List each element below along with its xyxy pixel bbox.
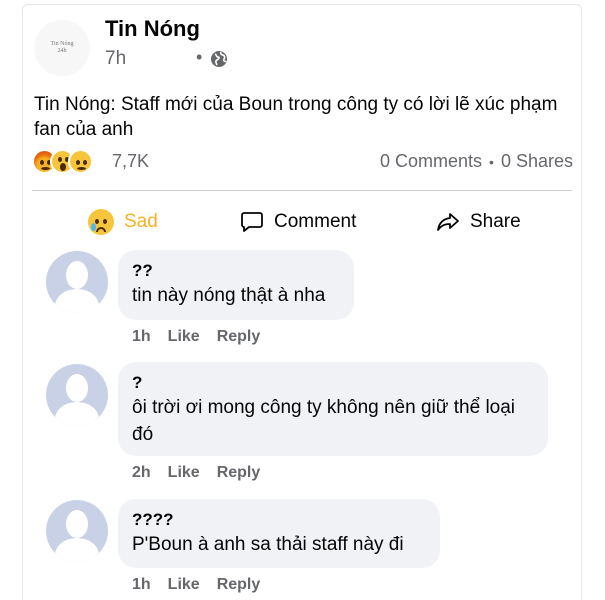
separator-dot: •	[196, 47, 203, 67]
reply-link[interactable]: Reply	[217, 464, 261, 482]
react-label: Sad	[124, 211, 158, 232]
share-icon	[437, 213, 459, 231]
sad-emoji-icon	[88, 209, 114, 235]
like-link[interactable]: Like	[168, 464, 200, 482]
avatar-logo-subtext: 24h	[57, 48, 67, 54]
reply-link[interactable]: Reply	[217, 328, 261, 346]
comment-meta: 2h Like Reply	[132, 464, 260, 482]
divider	[32, 190, 572, 191]
comments-count[interactable]: 0 Comments	[380, 151, 482, 172]
post-timestamp[interactable]: 7h	[105, 48, 126, 70]
globe-icon[interactable]	[210, 50, 228, 68]
comment-author[interactable]: ??	[132, 260, 340, 282]
comment-bubble: ? ôi trời ơi mong công ty không nên giữ …	[118, 362, 548, 456]
like-link[interactable]: Like	[168, 328, 200, 346]
comment-time[interactable]: 1h	[132, 328, 151, 346]
comment-bubble: ???? P'Boun à anh sa thải staff này đi	[118, 499, 440, 568]
comment-meta: 1h Like Reply	[132, 328, 260, 346]
react-button[interactable]: Sad	[88, 207, 158, 237]
comment-text: P'Boun à anh sa thải staff này đi	[132, 534, 404, 555]
share-button[interactable]: Share	[436, 207, 521, 237]
comment-bubble: ?? tin này nóng thật à nha	[118, 250, 354, 320]
comment-time[interactable]: 1h	[132, 576, 151, 594]
sad-emoji-icon	[68, 149, 93, 174]
comment-button[interactable]: Comment	[240, 207, 356, 237]
comment-author[interactable]: ????	[132, 509, 426, 531]
stats-separator: •	[489, 153, 494, 170]
shares-count[interactable]: 0 Shares	[501, 151, 573, 172]
reactions-summary[interactable]	[32, 149, 112, 175]
comment-author[interactable]: ?	[132, 372, 534, 394]
comment-meta: 1h Like Reply	[132, 576, 260, 594]
comment-text: tin này nóng thật à nha	[132, 285, 326, 306]
page-avatar[interactable]: Tin Nóng 24h	[34, 20, 90, 76]
comment-text: ôi trời ơi mong công ty không nên giữ th…	[132, 397, 516, 445]
commenter-avatar[interactable]	[46, 364, 108, 426]
comment-label: Comment	[274, 211, 357, 232]
commenter-avatar[interactable]	[46, 500, 108, 562]
post-text: Tin Nóng: Staff mới của Boun trong công …	[34, 94, 558, 140]
avatar-logo-text: Tin Nóng	[50, 41, 74, 47]
comment-time[interactable]: 2h	[132, 464, 151, 482]
reply-link[interactable]: Reply	[217, 576, 261, 594]
like-link[interactable]: Like	[168, 576, 200, 594]
post-stats: 0 Comments • 0 Shares	[380, 151, 573, 172]
commenter-avatar[interactable]	[46, 251, 108, 313]
reaction-count[interactable]: 7,7K	[112, 151, 149, 172]
share-label: Share	[470, 211, 521, 232]
page-name[interactable]: Tin Nóng	[105, 16, 200, 42]
comment-icon	[241, 212, 263, 232]
